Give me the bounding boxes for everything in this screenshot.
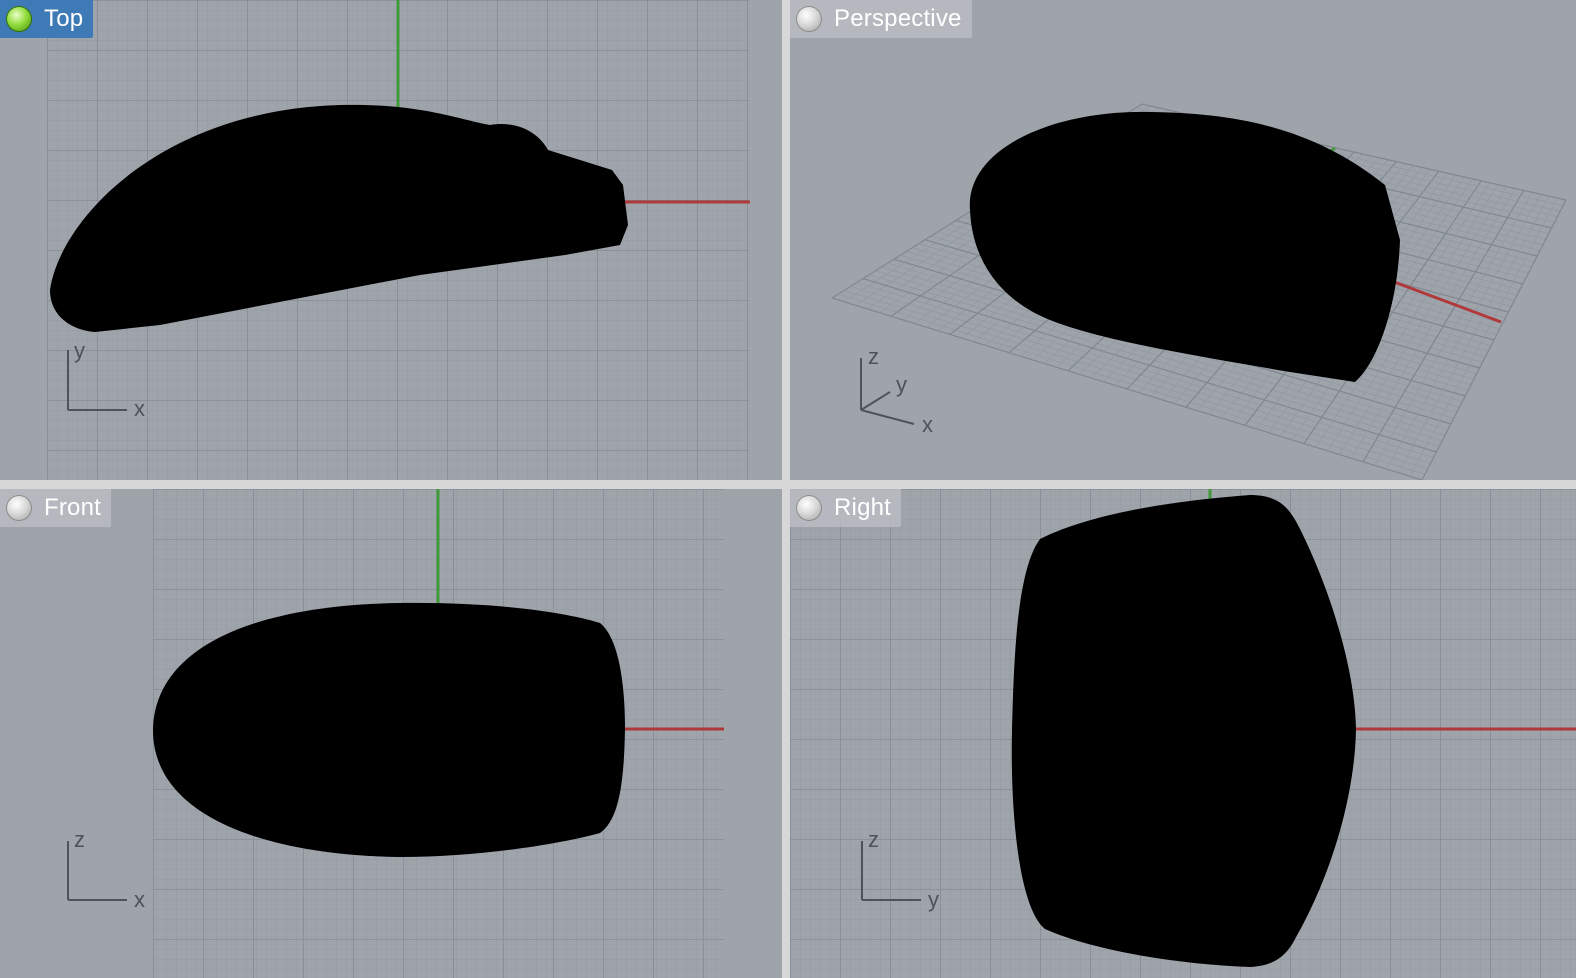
viewport-tab-perspective[interactable]: Perspective [790,0,972,38]
axis-indicator-front: z x [67,827,145,912]
sphere-indicator-icon [796,495,822,521]
sphere-indicator-icon [6,495,32,521]
axis-label-y: y [74,338,85,363]
viewport-tab-top[interactable]: Top [0,0,94,38]
viewport-perspective[interactable]: z y x Perspective [790,0,1576,480]
axis-label-x: x [134,887,145,912]
axis-label-y: y [928,887,939,912]
axis-label-z: z [868,344,879,369]
viewport-front[interactable]: z x Front [0,489,782,978]
axis-label-z: z [868,827,879,852]
axis-label-x: x [922,412,933,437]
viewport-tab-right[interactable]: Right [790,489,902,527]
viewport-perspective-canvas[interactable]: z y x [790,0,1576,480]
mesh-object-right[interactable] [1011,495,1356,967]
sphere-indicator-icon [6,6,32,32]
axis-label-y: y [896,372,907,397]
viewport-title: Right [834,494,892,521]
sphere-indicator-icon [796,6,822,32]
viewport-front-canvas[interactable]: z x [0,489,782,978]
viewport-tab-front[interactable]: Front [0,489,112,527]
viewport-right[interactable]: z y Right [790,489,1576,978]
viewport-title: Top [44,5,84,32]
viewport-top[interactable]: y x Top [0,0,782,480]
viewport-top-canvas[interactable]: y x [0,0,782,480]
viewport-title: Front [44,494,102,521]
axis-label-x: x [134,396,145,421]
viewport-title: Perspective [834,5,962,32]
axis-indicator-perspective: z y x [860,344,933,437]
viewport-right-canvas[interactable]: z y [790,489,1576,978]
mesh-object-perspective[interactable] [969,111,1400,382]
axis-label-z: z [74,827,85,852]
mesh-object-front[interactable] [152,602,625,857]
